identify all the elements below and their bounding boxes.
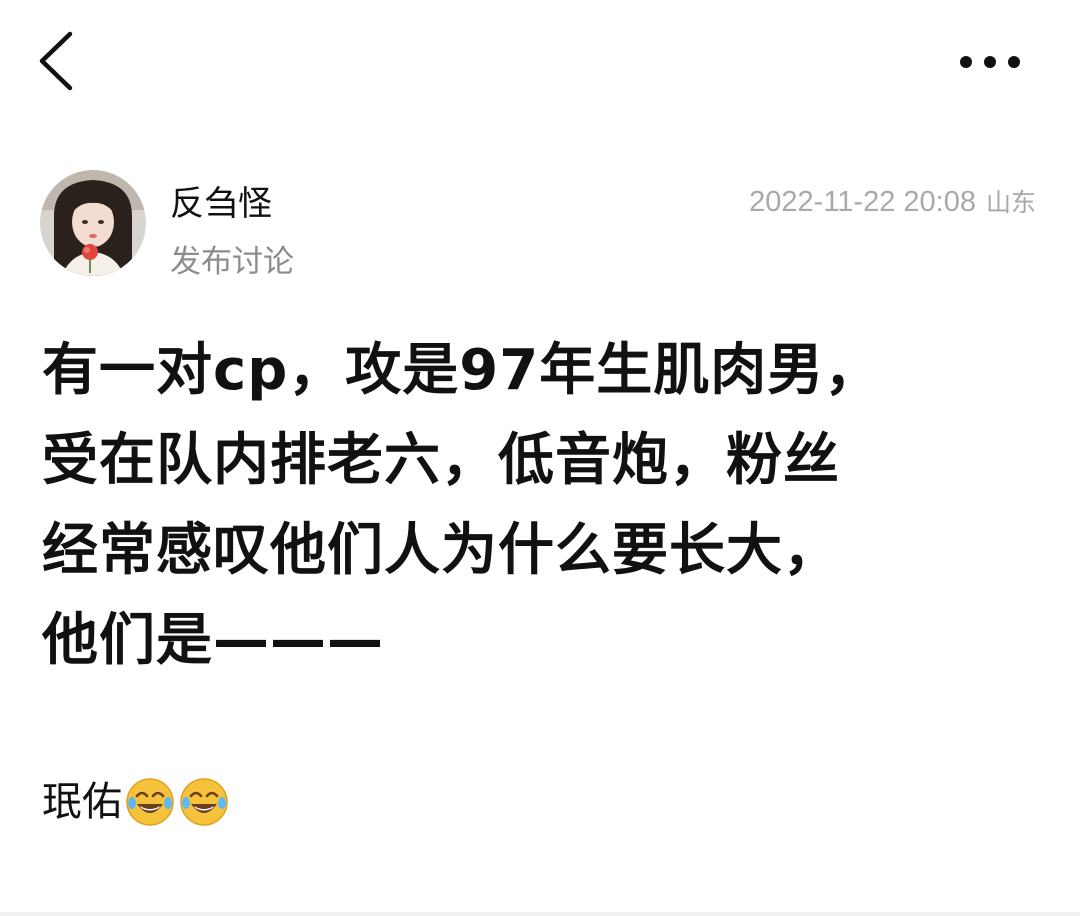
post-timestamp: 2022-11-22 20:08 (749, 186, 976, 218)
more-options-button[interactable] (950, 40, 1030, 84)
post-body: 有一对cp，攻是97年生肌肉男， 受在队内排老六，低音炮，粉丝 经常感叹他们人为… (42, 326, 1042, 686)
bottom-divider (0, 912, 1080, 916)
tears-of-joy-emoji (126, 778, 174, 826)
top-bar (0, 0, 1080, 120)
author-name[interactable]: 反刍怪 (170, 182, 272, 226)
post-body-line: 他们是——— (42, 608, 384, 673)
post-footnote: 珉佑 (42, 772, 230, 832)
footnote-text: 珉佑 (42, 779, 122, 825)
back-button[interactable] (28, 28, 88, 94)
post-location: 山东 (985, 188, 1036, 217)
post-body-line: 经常感叹他们人为什么要长大， (42, 518, 840, 583)
chevron-left-icon (39, 31, 73, 91)
post-type-label: 发布讨论 (170, 244, 294, 280)
tears-of-joy-emoji (180, 778, 228, 826)
avatar[interactable] (40, 170, 146, 276)
post-header: 反刍怪 发布讨论 2022-11-22 20:08 山东 (0, 160, 1080, 290)
more-horizontal-icon (960, 56, 1020, 68)
post-body-line: 有一对cp，攻是97年生肌肉男， (42, 338, 882, 403)
post-body-line: 受在队内排老六，低音炮，粉丝 (42, 428, 840, 493)
post-meta: 2022-11-22 20:08 山东 (749, 182, 1036, 223)
avatar-photo (40, 170, 146, 276)
